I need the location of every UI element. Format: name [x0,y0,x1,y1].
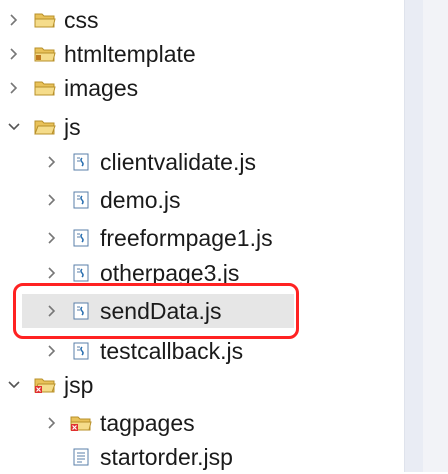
chevron-right-icon[interactable] [44,415,60,431]
chevron-right-icon[interactable] [6,80,22,96]
chevron-down-icon[interactable] [6,119,22,135]
tree-item-tagpages[interactable]: tagpages [0,406,404,440]
tree-item-label: startorder.jsp [100,444,233,470]
folder-error-icon [70,414,92,432]
tree-item-label: css [64,7,99,33]
tree-item-css[interactable]: css [0,3,404,37]
folder-icon [34,11,56,29]
chevron-right-icon[interactable] [44,230,60,246]
editor-panel-inner [423,0,448,472]
tree-item-label: images [64,75,139,101]
tree-item-label: tagpages [100,410,195,436]
chevron-right-icon[interactable] [44,265,60,281]
chevron-right-icon[interactable] [44,192,60,208]
editor-panel-edge [404,0,448,472]
chevron-right-icon[interactable] [6,12,22,28]
js-file-icon [70,264,92,282]
tree-item-startorder-jsp[interactable]: startorder.jsp [0,440,404,474]
tree-item-label: js [64,114,81,140]
tree-item-jsp[interactable]: jsp [0,368,404,402]
js-file-icon [70,153,92,171]
tree-item-label: freeformpage1.js [100,225,273,251]
tree-item-label: clientvalidate.js [100,149,256,175]
tree-item-demo-js[interactable]: demo.js [0,183,404,217]
tree-item-js[interactable]: js [0,110,404,144]
tree-item-freeformpage1-js[interactable]: freeformpage1.js [0,221,404,255]
tree-item-testcallback-js[interactable]: testcallback.js [0,334,404,368]
tree-item-label: demo.js [100,187,181,213]
jsp-file-icon [70,448,92,466]
tree-item-label: htmltemplate [64,41,196,67]
chevron-down-icon[interactable] [6,377,22,393]
chevron-right-icon[interactable] [6,46,22,62]
tree-item-images[interactable]: images [0,71,404,105]
chevron-right-icon[interactable] [44,343,60,359]
project-explorer-tree: css htmltemplate images js clientvalidat… [0,0,404,472]
package-folder-icon [34,45,56,63]
tree-item-label: jsp [64,372,94,398]
folder-error-icon [34,376,56,394]
highlight-box [13,283,299,339]
tree-item-label: testcallback.js [100,338,244,364]
js-file-icon [70,191,92,209]
folder-open-icon [34,118,56,136]
tree-item-htmltemplate[interactable]: htmltemplate [0,37,404,71]
tree-item-clientvalidate-js[interactable]: clientvalidate.js [0,145,404,179]
folder-icon [34,79,56,97]
js-file-icon [70,229,92,247]
chevron-right-icon[interactable] [44,154,60,170]
js-file-icon [70,342,92,360]
